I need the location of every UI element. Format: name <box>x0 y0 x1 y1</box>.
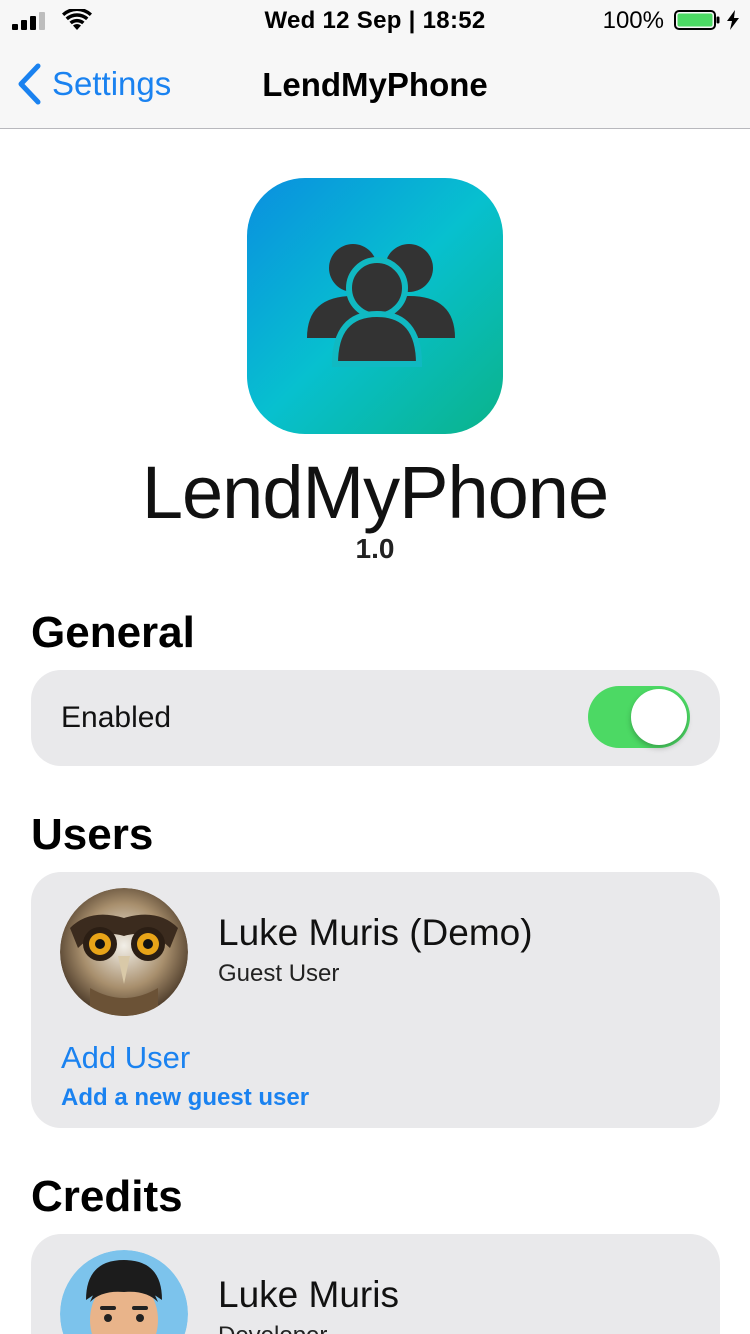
navigation-bar: Settings LendMyPhone <box>0 40 750 129</box>
app-version: 1.0 <box>355 533 395 564</box>
section-title-users: Users <box>31 810 154 859</box>
app-icon <box>247 178 503 434</box>
app-name: LendMyPhone <box>141 451 609 534</box>
cartoon-man-avatar <box>60 1250 188 1334</box>
nav-title: LendMyPhone <box>262 66 488 103</box>
section-title-credits: Credits <box>31 1172 183 1221</box>
settings-page: Wed 12 Sep | 18:52 100% Settings LendMyP… <box>0 0 750 1334</box>
general-card: Enabled <box>31 670 720 766</box>
battery-percent: 100% <box>602 7 664 34</box>
enabled-label: Enabled <box>61 701 172 734</box>
add-user-link[interactable]: Add User <box>61 1040 190 1076</box>
users-group-icon <box>307 244 455 367</box>
user-name: Luke Muris (Demo) <box>218 912 533 953</box>
add-user-subtitle: Add a new guest user <box>61 1084 310 1111</box>
credit-role: Developer <box>218 1322 327 1334</box>
enabled-toggle[interactable] <box>588 686 690 748</box>
section-title-general: General <box>31 608 195 657</box>
charging-icon <box>727 10 739 30</box>
toggle-knob <box>631 689 687 745</box>
user-role: Guest User <box>218 960 340 987</box>
users-card: Luke Muris (Demo) Guest User Add User Ad… <box>31 872 720 1128</box>
owl-avatar <box>60 888 188 1016</box>
battery-icon <box>674 10 720 30</box>
credit-name: Luke Muris <box>218 1274 399 1315</box>
credits-card: Luke Muris Developer <box>31 1234 720 1334</box>
status-bar: Wed 12 Sep | 18:52 100% <box>0 0 750 40</box>
